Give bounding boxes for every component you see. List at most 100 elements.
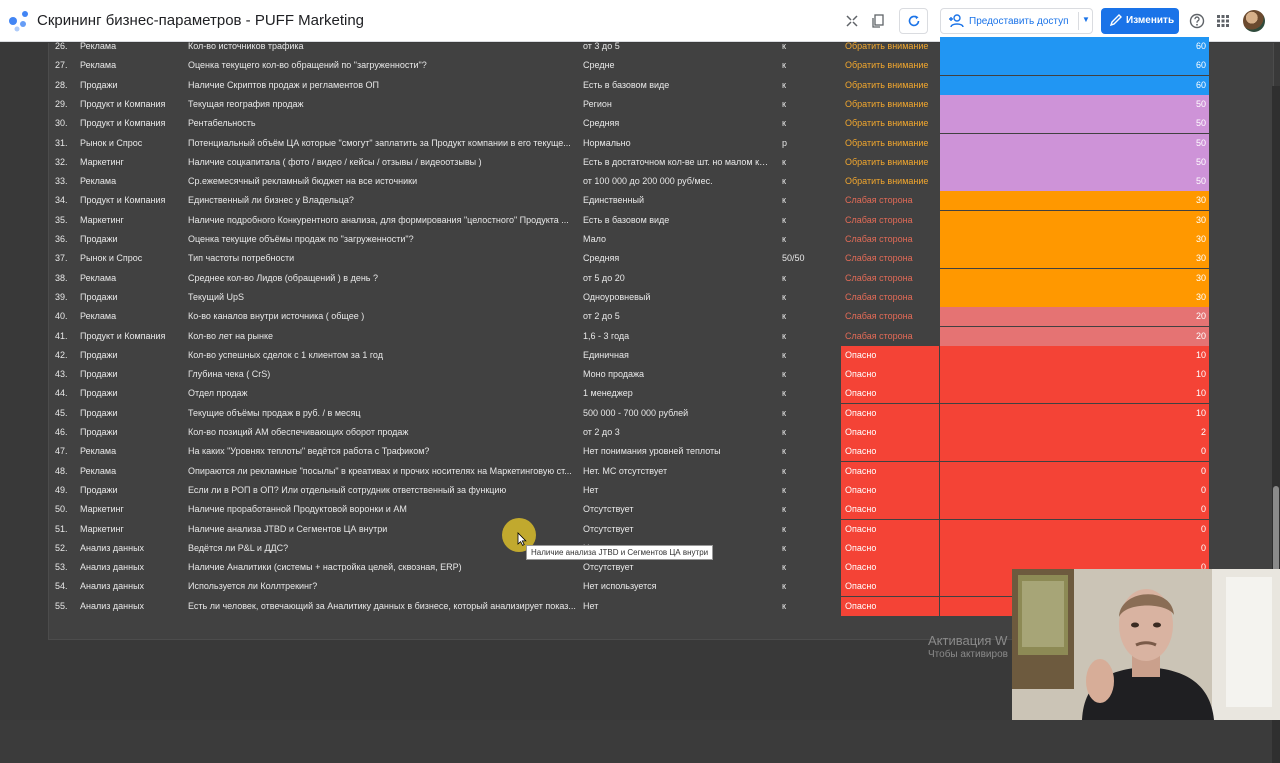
table-row[interactable]: 26. Реклама Кол-во источников трафика от 3 … bbox=[49, 37, 1273, 56]
value-cell: Нет bbox=[583, 484, 599, 495]
table-row[interactable]: 37. Рынок и Спрос Тип частоты потребности С… bbox=[49, 249, 1273, 269]
score-bar-cell: 0 bbox=[940, 538, 1209, 558]
row-number: 39. bbox=[55, 291, 68, 302]
value-cell: Мало bbox=[583, 234, 606, 244]
apps-grid-icon[interactable] bbox=[1211, 9, 1235, 33]
score-bar-cell: 2 bbox=[940, 423, 1209, 442]
table-row[interactable]: 47. Реклама На каких "Уровнях теплоты" вед… bbox=[49, 442, 1273, 462]
table-row[interactable]: 42. Продажи Кол-во успешных сделок с 1 кли… bbox=[49, 345, 1273, 365]
type-cell: к bbox=[782, 504, 786, 515]
fit-to-width-icon[interactable] bbox=[840, 9, 864, 33]
status-cell: Слабая сторона bbox=[845, 195, 913, 206]
table-row[interactable]: 50. Маркетинг Наличие проработанной Продук… bbox=[49, 500, 1273, 520]
table-row[interactable]: 45. Продажи Текущие объёмы продаж в руб. /… bbox=[49, 403, 1273, 423]
row-number: 32. bbox=[55, 156, 68, 167]
report-title[interactable]: Скрининг бизнес-параметров - PUFF Market… bbox=[37, 12, 364, 29]
parameter-cell: Текущая география продаж bbox=[188, 98, 304, 109]
parameter-cell: На каких "Уровнях теплоты" ведётся работ… bbox=[188, 446, 430, 457]
parameter-cell: Среднее кол-во Лидов (обращений ) в день… bbox=[188, 272, 379, 283]
looker-studio-logo-icon[interactable] bbox=[8, 10, 30, 32]
score-bar-cell: 0 bbox=[940, 500, 1209, 520]
mouse-cursor-icon bbox=[517, 532, 527, 546]
table-row[interactable]: 43. Продажи Глубина чека ( CrS) Моно продаж… bbox=[49, 365, 1273, 385]
type-cell: р bbox=[782, 137, 788, 148]
table-row[interactable]: 39. Продажи Текущий UpS Одноуровневый к Слаба… bbox=[49, 287, 1273, 307]
table-row[interactable]: 29. Продукт и Компания Текущая география п… bbox=[49, 94, 1273, 114]
table-row[interactable]: 31. Рынок и Спрос Потенциальный объём ЦА к… bbox=[49, 133, 1273, 153]
row-number: 51. bbox=[55, 523, 68, 534]
value-cell: от 3 до 5 bbox=[583, 41, 620, 51]
table-row[interactable]: 49. Продажи Если ли в РОП в ОП? Или отдель… bbox=[49, 480, 1273, 500]
category-cell: Продажи bbox=[80, 349, 118, 360]
table-row[interactable]: 36. Продажи Оценка текущие объёмы продаж п… bbox=[49, 230, 1273, 249]
refresh-button[interactable] bbox=[899, 8, 928, 34]
table-row[interactable]: 35. Маркетинг Наличие подробного Конкурент… bbox=[49, 210, 1273, 230]
category-cell: Анализ данных bbox=[80, 542, 145, 553]
type-cell: 50/50 bbox=[782, 253, 805, 264]
score-bar-cell: 30 bbox=[940, 249, 1209, 269]
row-number: 45. bbox=[55, 407, 68, 418]
table-row[interactable]: 38. Реклама Среднее кол-во Лидов (обращени… bbox=[49, 268, 1273, 288]
row-number: 44. bbox=[55, 388, 68, 399]
table-row[interactable]: 40. Реклама Ко-во каналов внутри источника… bbox=[49, 307, 1273, 327]
share-button[interactable]: Предоставить доступ ▼ bbox=[940, 8, 1093, 34]
status-cell: Слабая сторона bbox=[845, 311, 913, 322]
category-cell: Реклама bbox=[80, 311, 117, 322]
share-dropdown-icon[interactable]: ▼ bbox=[1082, 15, 1090, 24]
user-avatar[interactable] bbox=[1243, 10, 1265, 32]
score-bar-cell: 50 bbox=[940, 114, 1209, 134]
score-bar-cell: 20 bbox=[940, 326, 1209, 346]
parameter-cell: Ко-во каналов внутри источника ( общее ) bbox=[188, 311, 365, 322]
row-number: 30. bbox=[55, 118, 68, 129]
score-bar-cell: 30 bbox=[940, 287, 1209, 307]
row-number: 33. bbox=[55, 176, 68, 187]
row-number: 42. bbox=[55, 349, 68, 360]
value-cell: Отсутствует bbox=[583, 504, 634, 515]
parameter-cell: Наличие соцкапитала ( фото / видео / кей… bbox=[188, 156, 482, 167]
table-row[interactable]: 46. Продажи Кол-во позиций АМ обеспечивающ… bbox=[49, 423, 1273, 442]
status-cell: Опасно bbox=[841, 480, 939, 500]
table-row[interactable]: 28. Продажи Наличие Скриптов продаж и регл… bbox=[49, 75, 1273, 95]
category-cell: Рынок и Спрос bbox=[80, 253, 143, 264]
type-cell: к bbox=[782, 349, 786, 360]
table-row[interactable]: 33. Реклама Ср.ежемесячный рекламный бюдже… bbox=[49, 172, 1273, 192]
type-cell: к bbox=[782, 427, 786, 437]
table-row[interactable]: 32. Маркетинг Наличие соцкапитала ( фото /… bbox=[49, 152, 1273, 172]
category-cell: Анализ данных bbox=[80, 600, 145, 611]
status-cell: Опасно bbox=[841, 423, 939, 442]
score-bar-cell: 60 bbox=[940, 56, 1209, 76]
score-bar-cell: 10 bbox=[940, 345, 1209, 365]
table-row[interactable]: 51. Маркетинг Наличие анализа JTBD и Сегме… bbox=[49, 519, 1273, 539]
category-cell: Рынок и Спрос bbox=[80, 137, 143, 148]
row-number: 50. bbox=[55, 504, 68, 515]
row-number: 37. bbox=[55, 253, 68, 264]
edit-button[interactable]: Изменить bbox=[1101, 8, 1179, 34]
table-row[interactable]: 48. Реклама Опираются ли рекламные "посылы… bbox=[49, 461, 1273, 481]
table-row[interactable]: 27. Реклама Оценка текущего кол-во обращен… bbox=[49, 56, 1273, 76]
table-row[interactable]: 34. Продукт и Компания Единственный ли биз… bbox=[49, 191, 1273, 211]
table-row[interactable]: 44. Продажи Отдел продаж 1 менеджер к Опасно 1… bbox=[49, 384, 1273, 404]
type-cell: к bbox=[782, 156, 786, 167]
category-cell: Продажи bbox=[80, 291, 118, 302]
parameter-cell: Текущие объёмы продаж в руб. / в месяц bbox=[188, 407, 361, 418]
value-cell: Единственный bbox=[583, 195, 644, 206]
row-number: 41. bbox=[55, 330, 68, 341]
table-row[interactable]: 41. Продукт и Компания Кол-во лет на рынке… bbox=[49, 326, 1273, 346]
type-cell: к bbox=[782, 581, 786, 592]
row-number: 49. bbox=[55, 484, 68, 495]
status-cell: Опасно bbox=[841, 500, 939, 520]
type-cell: к bbox=[782, 330, 786, 341]
type-cell: к bbox=[782, 369, 786, 380]
help-icon[interactable] bbox=[1185, 9, 1209, 33]
table-row[interactable]: 30. Продукт и Компания Рентабельность Средн… bbox=[49, 114, 1273, 134]
status-cell: Обратить внимание bbox=[845, 176, 929, 187]
refresh-icon bbox=[908, 15, 919, 27]
copy-report-icon[interactable] bbox=[866, 9, 890, 33]
type-cell: к bbox=[782, 98, 786, 109]
parameter-cell: Единственный ли бизнес у Владельца? bbox=[188, 195, 354, 206]
status-cell: Слабая сторона bbox=[845, 272, 913, 283]
score-bar-cell: 30 bbox=[940, 268, 1209, 288]
type-cell: к bbox=[782, 407, 786, 418]
value-cell: Есть в базовом виде bbox=[583, 79, 670, 90]
value-cell: Средняя bbox=[583, 118, 620, 129]
